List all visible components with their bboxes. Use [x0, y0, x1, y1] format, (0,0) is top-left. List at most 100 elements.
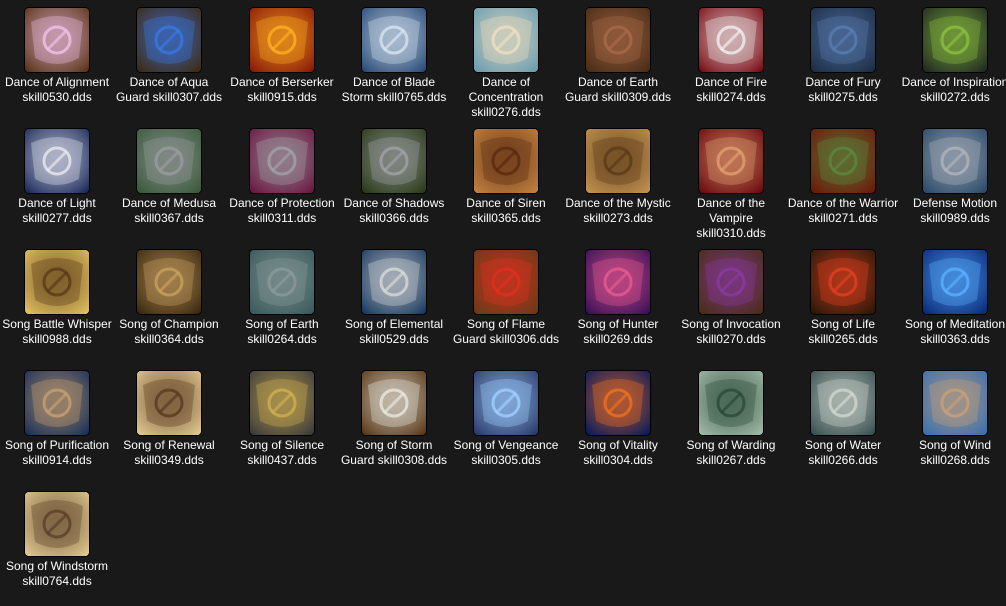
whisper-icon [25, 250, 89, 314]
file-item[interactable]: Song of Warding skill0267.dds [675, 363, 787, 481]
file-item[interactable]: Dance of Inspiration skill0272.dds [899, 0, 1006, 118]
eye-icon [923, 8, 987, 72]
file-name: Dance of Shadows skill0366.dds [343, 196, 445, 225]
file-name: Song of Warding skill0267.dds [686, 438, 776, 467]
file-name: Song of Hunter skill0269.dds [577, 317, 659, 346]
vitality-icon [586, 371, 650, 435]
vengeance-icon [474, 371, 538, 435]
file-name: Dance of Alignment skill0530.dds [4, 75, 110, 104]
file-name: Song of Vengeance skill0305.dds [453, 438, 559, 467]
file-name: Dance of Blade Storm skill0765.dds [341, 75, 447, 104]
wind-icon [923, 371, 987, 435]
file-item[interactable]: Dance of Fury skill0275.dds [787, 0, 899, 118]
defense-shield-icon [923, 129, 987, 193]
earth-cross-icon [250, 250, 314, 314]
storm-shield-icon [362, 371, 426, 435]
file-name: Dance of Protection skill0311.dds [229, 196, 335, 225]
file-item[interactable]: Dance of Aqua Guard skill0307.dds [113, 0, 225, 118]
file-item[interactable]: Song of Storm Guard skill0308.dds [338, 363, 450, 481]
scales-icon [811, 8, 875, 72]
file-item[interactable]: Song of Vengeance skill0305.dds [450, 363, 562, 481]
file-item[interactable]: Song of Purification skill0914.dds [1, 363, 113, 481]
file-item[interactable]: Dance of Protection skill0311.dds [226, 121, 338, 239]
hunter-icon [586, 250, 650, 314]
clock-icon [137, 250, 201, 314]
file-item[interactable]: Song of Wind skill0268.dds [899, 363, 1006, 481]
file-name: Song of Life skill0265.dds [808, 317, 878, 346]
file-item[interactable]: Song of Renewal skill0349.dds [113, 363, 225, 481]
file-item[interactable]: Song of Windstorm skill0764.dds [1, 484, 113, 602]
file-name: Dance of Aqua Guard skill0307.dds [115, 75, 223, 104]
file-item[interactable]: Dance of Siren skill0365.dds [450, 121, 562, 239]
file-item[interactable]: Song of Invocation skill0270.dds [675, 242, 787, 360]
fire-slash-icon [699, 8, 763, 72]
file-name: Song of Renewal skill0349.dds [123, 438, 215, 467]
file-item[interactable]: Dance of Light skill0277.dds [1, 121, 113, 239]
file-name: Song of Storm Guard skill0308.dds [340, 438, 448, 467]
file-name: Song of Meditation skill0363.dds [904, 317, 1006, 346]
file-item[interactable]: Dance of Blade Storm skill0765.dds [338, 0, 450, 118]
file-item[interactable]: Dance of Earth Guard skill0309.dds [562, 0, 674, 118]
file-name: Song of Elemental skill0529.dds [344, 317, 444, 346]
meditation-icon [923, 250, 987, 314]
file-name: Dance of Fire skill0274.dds [694, 75, 768, 104]
mystic-cross-icon [586, 129, 650, 193]
spear-icon [362, 8, 426, 72]
book-icon [474, 8, 538, 72]
file-item[interactable]: Song of Elemental skill0529.dds [338, 242, 450, 360]
file-name: Dance of Earth Guard skill0309.dds [564, 75, 672, 104]
burst-icon [25, 8, 89, 72]
vampire-icon [699, 129, 763, 193]
file-name: Dance of Inspiration skill0272.dds [901, 75, 1006, 104]
file-item[interactable]: Song Battle Whisper skill0988.dds [1, 242, 113, 360]
silence-icon [250, 371, 314, 435]
file-name: Dance of Siren skill0365.dds [466, 196, 546, 225]
file-item[interactable]: Dance of Fire skill0274.dds [675, 0, 787, 118]
file-name: Dance of Fury skill0275.dds [805, 75, 881, 104]
warrior-icon [811, 129, 875, 193]
file-item[interactable]: Song of Vitality skill0304.dds [562, 363, 674, 481]
file-name: Dance of Light skill0277.dds [18, 196, 96, 225]
file-name: Song of Silence skill0437.dds [239, 438, 325, 467]
file-item[interactable]: Song of Flame Guard skill0306.dds [450, 242, 562, 360]
flame-figure-icon [250, 8, 314, 72]
protection-icon [250, 129, 314, 193]
file-name: Song of Vitality skill0304.dds [578, 438, 658, 467]
file-grid: Dance of Alignment skill0530.dds Dance of… [0, 0, 1006, 606]
file-item[interactable]: Song of Water skill0266.dds [787, 363, 899, 481]
file-item[interactable]: Dance of the Vampire skill0310.dds [675, 121, 787, 240]
windstorm-icon [25, 492, 89, 556]
file-item[interactable]: Song of Hunter skill0269.dds [562, 242, 674, 360]
file-item[interactable]: Song of Life skill0265.dds [787, 242, 899, 360]
handshake-icon [25, 371, 89, 435]
file-item[interactable]: Song of Meditation skill0363.dds [899, 242, 1006, 360]
light-blade-icon [25, 129, 89, 193]
file-item[interactable]: Song of Champion skill0364.dds [113, 242, 225, 360]
file-item[interactable]: Dance of Concentration skill0276.dds [450, 0, 562, 119]
file-name: Song of Earth skill0264.dds [245, 317, 319, 346]
file-name: Dance of Concentration skill0276.dds [468, 75, 544, 119]
file-item[interactable]: Dance of the Warrior skill0271.dds [787, 121, 899, 239]
file-item[interactable]: Song of Earth skill0264.dds [226, 242, 338, 360]
file-name: Song of Invocation skill0270.dds [681, 317, 781, 346]
file-name: Song of Water skill0266.dds [804, 438, 882, 467]
flame-shield-icon [474, 250, 538, 314]
file-item[interactable]: Dance of the Mystic skill0273.dds [562, 121, 674, 239]
file-item[interactable]: Dance of Medusa skill0367.dds [113, 121, 225, 239]
invocation-icon [699, 250, 763, 314]
lightning-icon [474, 129, 538, 193]
file-name: Song of Wind skill0268.dds [918, 438, 992, 467]
file-name: Dance of Medusa skill0367.dds [121, 196, 217, 225]
file-name: Song Battle Whisper skill0988.dds [2, 317, 112, 346]
elemental-shield-icon [362, 250, 426, 314]
water-shield-icon [137, 8, 201, 72]
file-item[interactable]: Defense Motion skill0989.dds [899, 121, 1006, 239]
file-item[interactable]: Song of Silence skill0437.dds [226, 363, 338, 481]
file-name: Song of Flame Guard skill0306.dds [452, 317, 560, 346]
file-item[interactable]: Dance of Shadows skill0366.dds [338, 121, 450, 239]
file-item[interactable]: Dance of Alignment skill0530.dds [1, 0, 113, 118]
hourglass-icon [137, 371, 201, 435]
medusa-icon [137, 129, 201, 193]
file-item[interactable]: Dance of Berserker skill0915.dds [226, 0, 338, 118]
earth-shield-icon [586, 8, 650, 72]
